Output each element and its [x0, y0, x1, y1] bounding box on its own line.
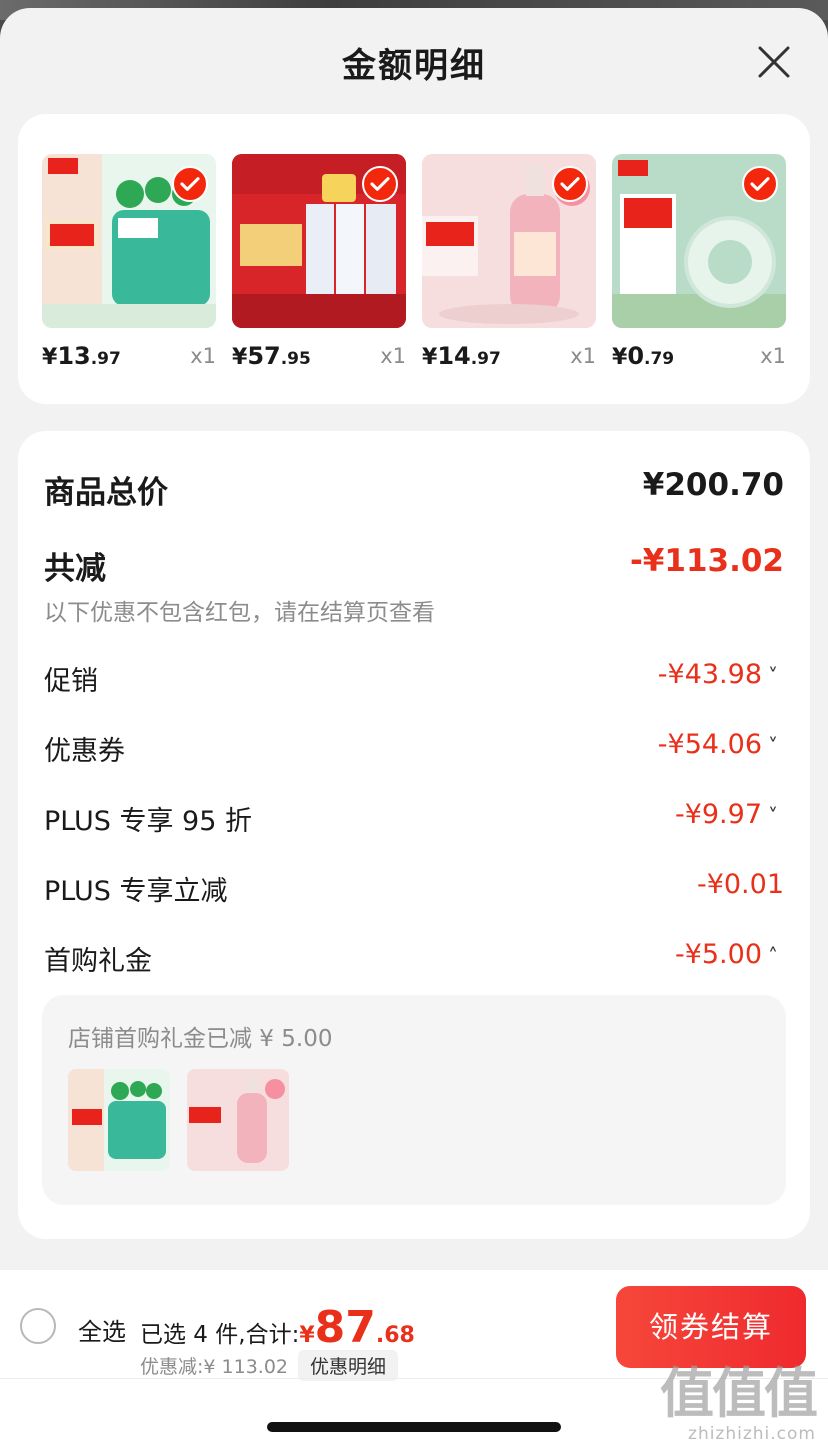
price-symbol: ¥ — [612, 345, 628, 370]
selected-summary: 已选 4 件,合计:¥87.68 — [140, 1302, 415, 1353]
product-price: ¥13.97 x1 — [42, 342, 216, 376]
checked-icon[interactable] — [362, 166, 398, 202]
laundry-pods-thumbnail — [68, 1069, 170, 1171]
watermark: 值值值 zhizhizhi.com — [660, 1362, 818, 1442]
product-item[interactable]: ¥0.79 x1 — [612, 154, 786, 374]
select-all-label[interactable]: 全选 — [78, 1312, 126, 1347]
promo-label: 促销 — [44, 666, 98, 697]
checked-icon[interactable] — [742, 166, 778, 202]
total-reduce-value: -¥113.02 — [629, 543, 784, 579]
price-decimal: .97 — [90, 349, 121, 369]
amount-detail-sheet: 金额明细 ¥13.97 x1 ¥57.95 x1 ¥14.97 x1 ¥0.79… — [0, 8, 828, 1442]
product-quantity: x1 — [760, 344, 786, 368]
total-price-row: 商品总价 ¥200.70 — [44, 467, 784, 511]
checked-icon[interactable] — [172, 166, 208, 202]
plus-reduce-label: PLUS 专享立减 — [44, 876, 228, 907]
plus-discount-value: -¥9.97 — [674, 799, 762, 830]
price-summary-card: 商品总价 ¥200.70 共减 -¥113.02 以下优惠不包含红包，请在结算页… — [18, 431, 810, 1239]
plus-reduce-row: PLUS 专享立减 -¥0.01 — [44, 869, 784, 907]
checkout-button[interactable]: 领券结算 — [616, 1286, 806, 1368]
price-decimal: .79 — [644, 349, 675, 369]
price-integer: 0 — [627, 342, 645, 370]
first-buy-gift-detail: 店铺首购礼金已减 ¥ 5.00 — [42, 995, 786, 1205]
coupon-value: -¥54.06 — [657, 729, 762, 760]
close-icon[interactable] — [756, 44, 792, 80]
price-integer: 14 — [437, 342, 471, 370]
chevron-down-icon[interactable]: ˅ — [768, 664, 784, 688]
product-item[interactable]: ¥57.95 x1 — [232, 154, 406, 374]
laundry-pods-product-image[interactable] — [42, 154, 216, 328]
discount-detail-button[interactable]: 优惠明细 — [298, 1350, 399, 1381]
total-reduce-row: 共减 -¥113.02 — [44, 543, 784, 587]
product-item[interactable]: ¥14.97 x1 — [422, 154, 596, 374]
promo-row[interactable]: 促销 -¥43.98 ˅ — [44, 659, 784, 697]
reduce-note-row: 以下优惠不包含红包，请在结算页查看 — [44, 593, 784, 626]
price-symbol: ¥ — [422, 345, 438, 370]
total-decimal: .68 — [375, 1323, 415, 1348]
product-price: ¥14.97 x1 — [422, 342, 596, 376]
select-all-radio[interactable] — [20, 1308, 56, 1344]
checkout-bar: 全选 已选 4 件,合计:¥87.68 优惠减:¥ 113.02 优惠明细 领券结… — [0, 1270, 828, 1442]
product-quantity: x1 — [190, 344, 216, 368]
plus-reduce-value: -¥0.01 — [696, 869, 784, 900]
product-price: ¥57.95 x1 — [232, 342, 406, 376]
first-buy-gift-value-wrap: -¥5.00 ˄ — [675, 939, 784, 970]
price-integer: 57 — [247, 342, 281, 370]
chevron-down-icon[interactable]: ˅ — [768, 734, 784, 758]
plus-discount-label: PLUS 专享 95 折 — [44, 806, 252, 837]
reduce-note: 以下优惠不包含红包，请在结算页查看 — [44, 600, 435, 626]
plus-discount-row[interactable]: PLUS 专享 95 折 -¥9.97 ˅ — [44, 799, 784, 837]
first-buy-gift-label: 首购礼金 — [44, 946, 152, 977]
product-quantity: x1 — [380, 344, 406, 368]
hand-soap-thumbnail — [187, 1069, 289, 1171]
first-buy-gift-value: -¥5.00 — [674, 939, 762, 970]
product-item[interactable]: ¥13.97 x1 — [42, 154, 216, 374]
price-symbol: ¥ — [232, 345, 248, 370]
promo-value: -¥43.98 — [657, 659, 762, 690]
product-strip: ¥13.97 x1 ¥57.95 x1 ¥14.97 x1 ¥0.79 x1 — [18, 114, 810, 404]
total-reduce-label: 共减 — [44, 551, 106, 587]
sheet-title: 金额明细 — [342, 46, 486, 86]
first-buy-gift-row[interactable]: 首购礼金 -¥5.00 ˄ — [44, 939, 784, 977]
total-price-label: 商品总价 — [44, 475, 168, 511]
hand-soap-product-image[interactable] — [422, 154, 596, 328]
total-price-value: ¥200.70 — [642, 467, 784, 503]
price-decimal: .97 — [470, 349, 501, 369]
total-symbol: ¥ — [299, 1323, 315, 1348]
tape-roll-product-image[interactable] — [612, 154, 786, 328]
discount-line: 优惠减:¥ 113.02 优惠明细 — [140, 1350, 399, 1381]
product-quantity: x1 — [570, 344, 596, 368]
watermark-url: zhizhizhi.com — [688, 1424, 816, 1442]
coupon-label: 优惠券 — [44, 736, 125, 767]
product-price: ¥0.79 x1 — [612, 342, 786, 376]
price-decimal: .95 — [280, 349, 311, 369]
home-indicator[interactable] — [267, 1422, 561, 1432]
chevron-down-icon[interactable]: ˅ — [768, 804, 784, 828]
milk-box-product-image[interactable] — [232, 154, 406, 328]
coupon-row[interactable]: 优惠券 -¥54.06 ˅ — [44, 729, 784, 767]
checked-icon[interactable] — [552, 166, 588, 202]
watermark-logo: 值值值 — [660, 1362, 818, 1425]
total-integer: 87 — [314, 1302, 376, 1353]
plus-discount-value-wrap: -¥9.97 ˅ — [675, 799, 784, 830]
selected-count-text: 已选 4 件,合计: — [140, 1322, 300, 1348]
gift-note: 店铺首购礼金已减 ¥ 5.00 — [68, 1026, 333, 1052]
discount-text: 优惠减:¥ 113.02 — [140, 1356, 289, 1378]
chevron-up-icon[interactable]: ˄ — [768, 944, 784, 968]
promo-value-wrap: -¥43.98 ˅ — [658, 659, 784, 690]
price-integer: 13 — [57, 342, 91, 370]
coupon-value-wrap: -¥54.06 ˅ — [658, 729, 784, 760]
price-symbol: ¥ — [42, 345, 58, 370]
